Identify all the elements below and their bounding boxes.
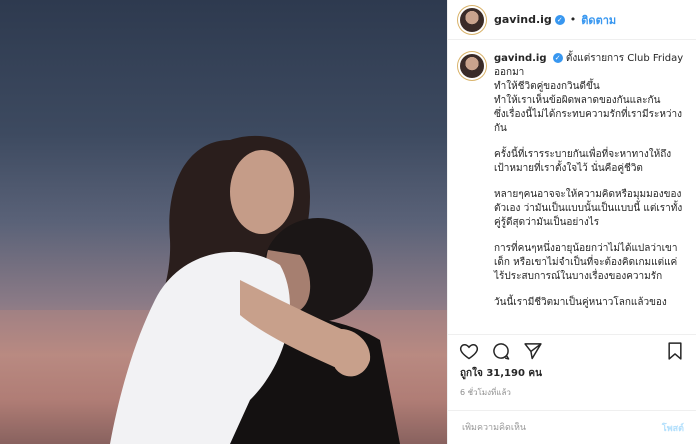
- caption-row: gavind.ig ✓ ตั้งแต่รายการ Club Friday ออ…: [460, 52, 686, 322]
- caption-username[interactable]: gavind.ig: [494, 53, 547, 64]
- verified-badge-icon: ✓: [554, 14, 565, 25]
- caption-text: gavind.ig ✓ ตั้งแต่รายการ Club Friday ออ…: [494, 52, 686, 322]
- post-header: gavind.ig ✓ • ติดตาม: [448, 0, 696, 40]
- comment-bubble-icon[interactable]: [490, 340, 512, 362]
- heart-icon[interactable]: [458, 340, 480, 362]
- caption-area: gavind.ig ✓ ตั้งแต่รายการ Club Friday ออ…: [448, 40, 696, 332]
- verified-badge-icon: ✓: [552, 53, 563, 63]
- action-bar: [448, 334, 696, 366]
- caption-paragraph-3: หลายๆคนอาจจะให้ความคิดหรือมุมมองของตัวเอ…: [494, 189, 683, 228]
- caption-paragraph: gavind.ig ✓ ตั้งแต่รายการ Club Friday ออ…: [494, 52, 686, 136]
- caption-paragraph-5: วันนี้เรามีชีวิตมาเป็นคู่หนาวโลกแล้วของ: [494, 297, 667, 308]
- couple-hugging-image: [0, 135, 447, 444]
- paper-plane-icon[interactable]: [522, 340, 544, 362]
- caption-avatar[interactable]: [460, 54, 484, 78]
- header-username[interactable]: gavind.ig: [494, 13, 552, 26]
- comment-bar: โพสต์: [448, 410, 696, 444]
- avatar[interactable]: [460, 7, 484, 32]
- post-photo[interactable]: [0, 0, 447, 444]
- instagram-post: gavind.ig ✓ • ติดตาม gavind.ig ✓ ตั้งแต่…: [0, 0, 696, 444]
- caption-paragraph-1: ตั้งแต่รายการ Club Friday ออกมา ทำให้ชีว…: [494, 53, 684, 134]
- likes-count[interactable]: ถูกใจ 31,190 คน: [460, 366, 542, 381]
- post-timestamp[interactable]: 6 ชั่วโมงที่แล้ว: [460, 386, 511, 399]
- caption-paragraph-2: ครั้งนี้ที่เรารระบายกันเพื่อที่จะหาทางให…: [494, 149, 672, 174]
- post-comment-button[interactable]: โพสต์: [662, 421, 684, 435]
- follow-button[interactable]: ติดตาม: [581, 11, 616, 29]
- caption-paragraph-4: การที่คนๆหนึ่งอายุน้อยกว่าไม่ได้แปลว่าเข…: [494, 243, 678, 282]
- header-separator: •: [569, 13, 577, 26]
- comment-input[interactable]: [460, 421, 662, 434]
- post-sidebar: gavind.ig ✓ • ติดตาม gavind.ig ✓ ตั้งแต่…: [447, 0, 696, 444]
- bookmark-icon[interactable]: [664, 340, 686, 362]
